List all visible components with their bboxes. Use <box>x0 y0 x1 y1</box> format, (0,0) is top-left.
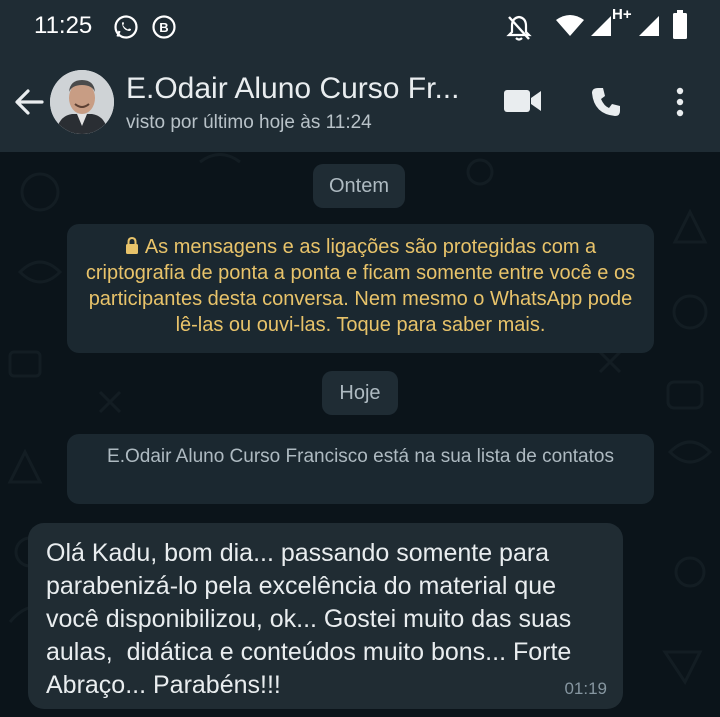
contact-name[interactable]: E.Odair Aluno Curso Fr... <box>126 72 459 106</box>
more-vert-icon[interactable] <box>674 86 686 118</box>
contact-notice: E.Odair Aluno Curso Francisco está na su… <box>67 434 654 504</box>
phone-icon[interactable] <box>590 86 622 118</box>
whatsapp-icon <box>114 15 138 39</box>
chat-header: E.Odair Aluno Curso Fr... visto por últi… <box>0 54 720 152</box>
battery-icon <box>673 10 687 39</box>
wifi-icon <box>556 15 584 36</box>
encryption-notice-text: As mensagens e as ligações são protegida… <box>85 236 636 336</box>
status-time: 11:25 <box>34 12 93 39</box>
status-bar: 11:25 B H+ <box>0 0 720 54</box>
b-badge-icon: B <box>152 15 176 39</box>
notifications-off-icon <box>506 15 532 41</box>
incoming-message-bubble[interactable]: Olá Kadu, bom dia... passando somente pa… <box>28 523 623 709</box>
last-seen-status: visto por último hoje às 11:24 <box>126 112 372 133</box>
back-arrow-icon[interactable] <box>12 84 48 120</box>
signal-icon <box>591 16 611 36</box>
message-time: 01:19 <box>564 679 607 698</box>
date-chip-today: Hoje <box>322 371 398 415</box>
encryption-notice[interactable]: As mensagens e as ligações são protegida… <box>67 224 654 353</box>
svg-text:B: B <box>159 20 168 35</box>
avatar-photo <box>50 70 114 134</box>
chat-area[interactable]: Ontem As mensagens e as ligações são pro… <box>0 152 720 717</box>
lock-icon <box>125 237 138 254</box>
video-call-icon[interactable] <box>504 88 542 114</box>
message-text: Olá Kadu, bom dia... passando somente pa… <box>46 539 579 699</box>
date-chip-yesterday: Ontem <box>313 164 405 208</box>
contact-avatar[interactable] <box>50 70 114 134</box>
network-type-label: H+ <box>612 6 632 23</box>
signal-icon <box>639 16 659 36</box>
